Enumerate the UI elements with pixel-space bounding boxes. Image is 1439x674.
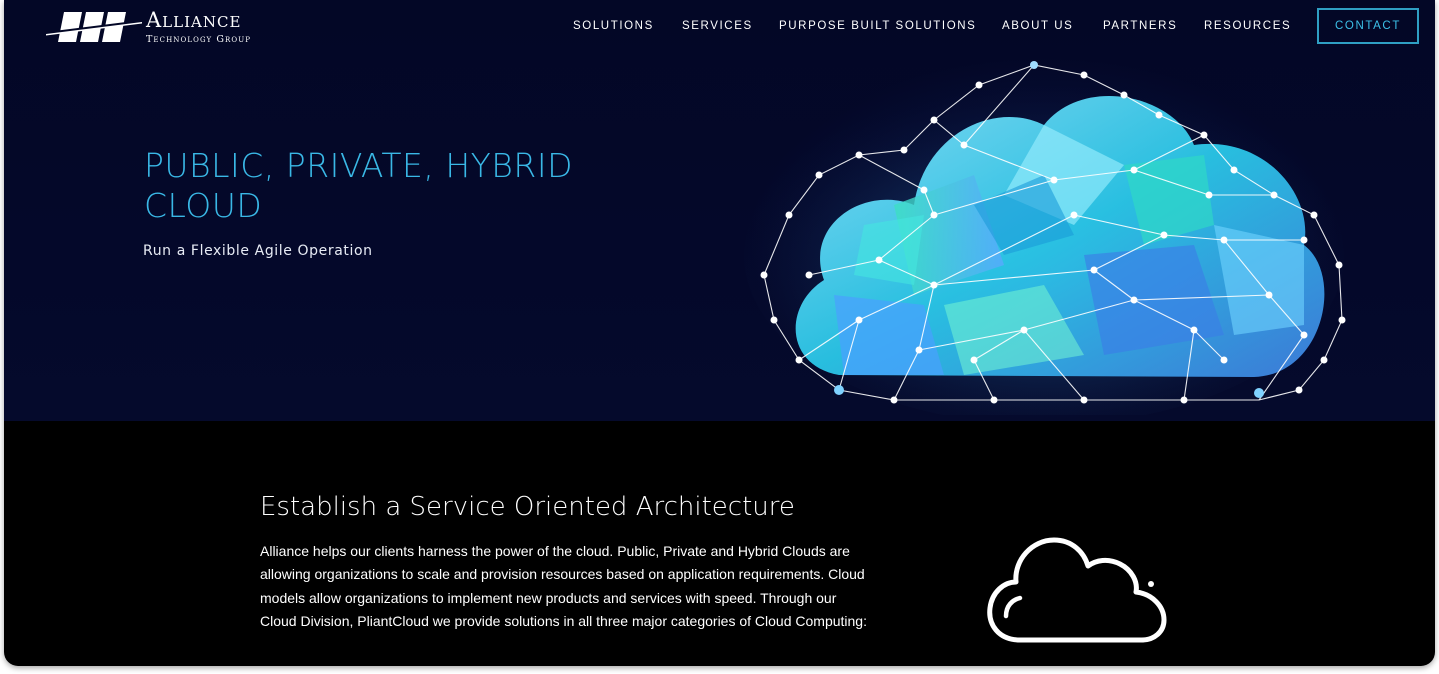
nav-item-resources[interactable]: RESOURCES xyxy=(1204,20,1291,32)
hero-subtitle: Run a Flexible Agile Operation xyxy=(143,243,373,259)
polygon-cloud-illustration xyxy=(744,61,1346,415)
section-body: Alliance helps our clients harness the p… xyxy=(260,543,867,629)
nav-item-services[interactable]: SERVICES xyxy=(682,20,753,32)
hero-title: PUBLIC, PRIVATE, HYBRID CLOUD xyxy=(144,146,573,225)
alliance-logo-icon xyxy=(46,12,142,42)
brand-logo[interactable]: Alliance Technology Group xyxy=(46,8,276,50)
hero-banner: Alliance Technology Group SOLUTIONS SERV… xyxy=(4,0,1435,421)
contact-button[interactable]: CONTACT xyxy=(1317,8,1419,44)
nav-item-purpose-built-solutions[interactable]: PURPOSE BUILT SOLUTIONS xyxy=(779,20,976,32)
nav-item-partners[interactable]: PARTNERS xyxy=(1103,20,1177,32)
brand-tagline: Technology Group xyxy=(146,34,252,45)
cloud-outline-icon xyxy=(987,537,1167,643)
nav-item-about-us[interactable]: ABOUT US xyxy=(1002,20,1073,32)
browser-viewport: Alliance Technology Group SOLUTIONS SERV… xyxy=(4,0,1435,666)
section-title: Establish a Service Oriented Architectur… xyxy=(260,492,795,522)
nav-item-solutions[interactable]: SOLUTIONS xyxy=(573,20,654,32)
brand-name: Alliance xyxy=(146,8,242,32)
